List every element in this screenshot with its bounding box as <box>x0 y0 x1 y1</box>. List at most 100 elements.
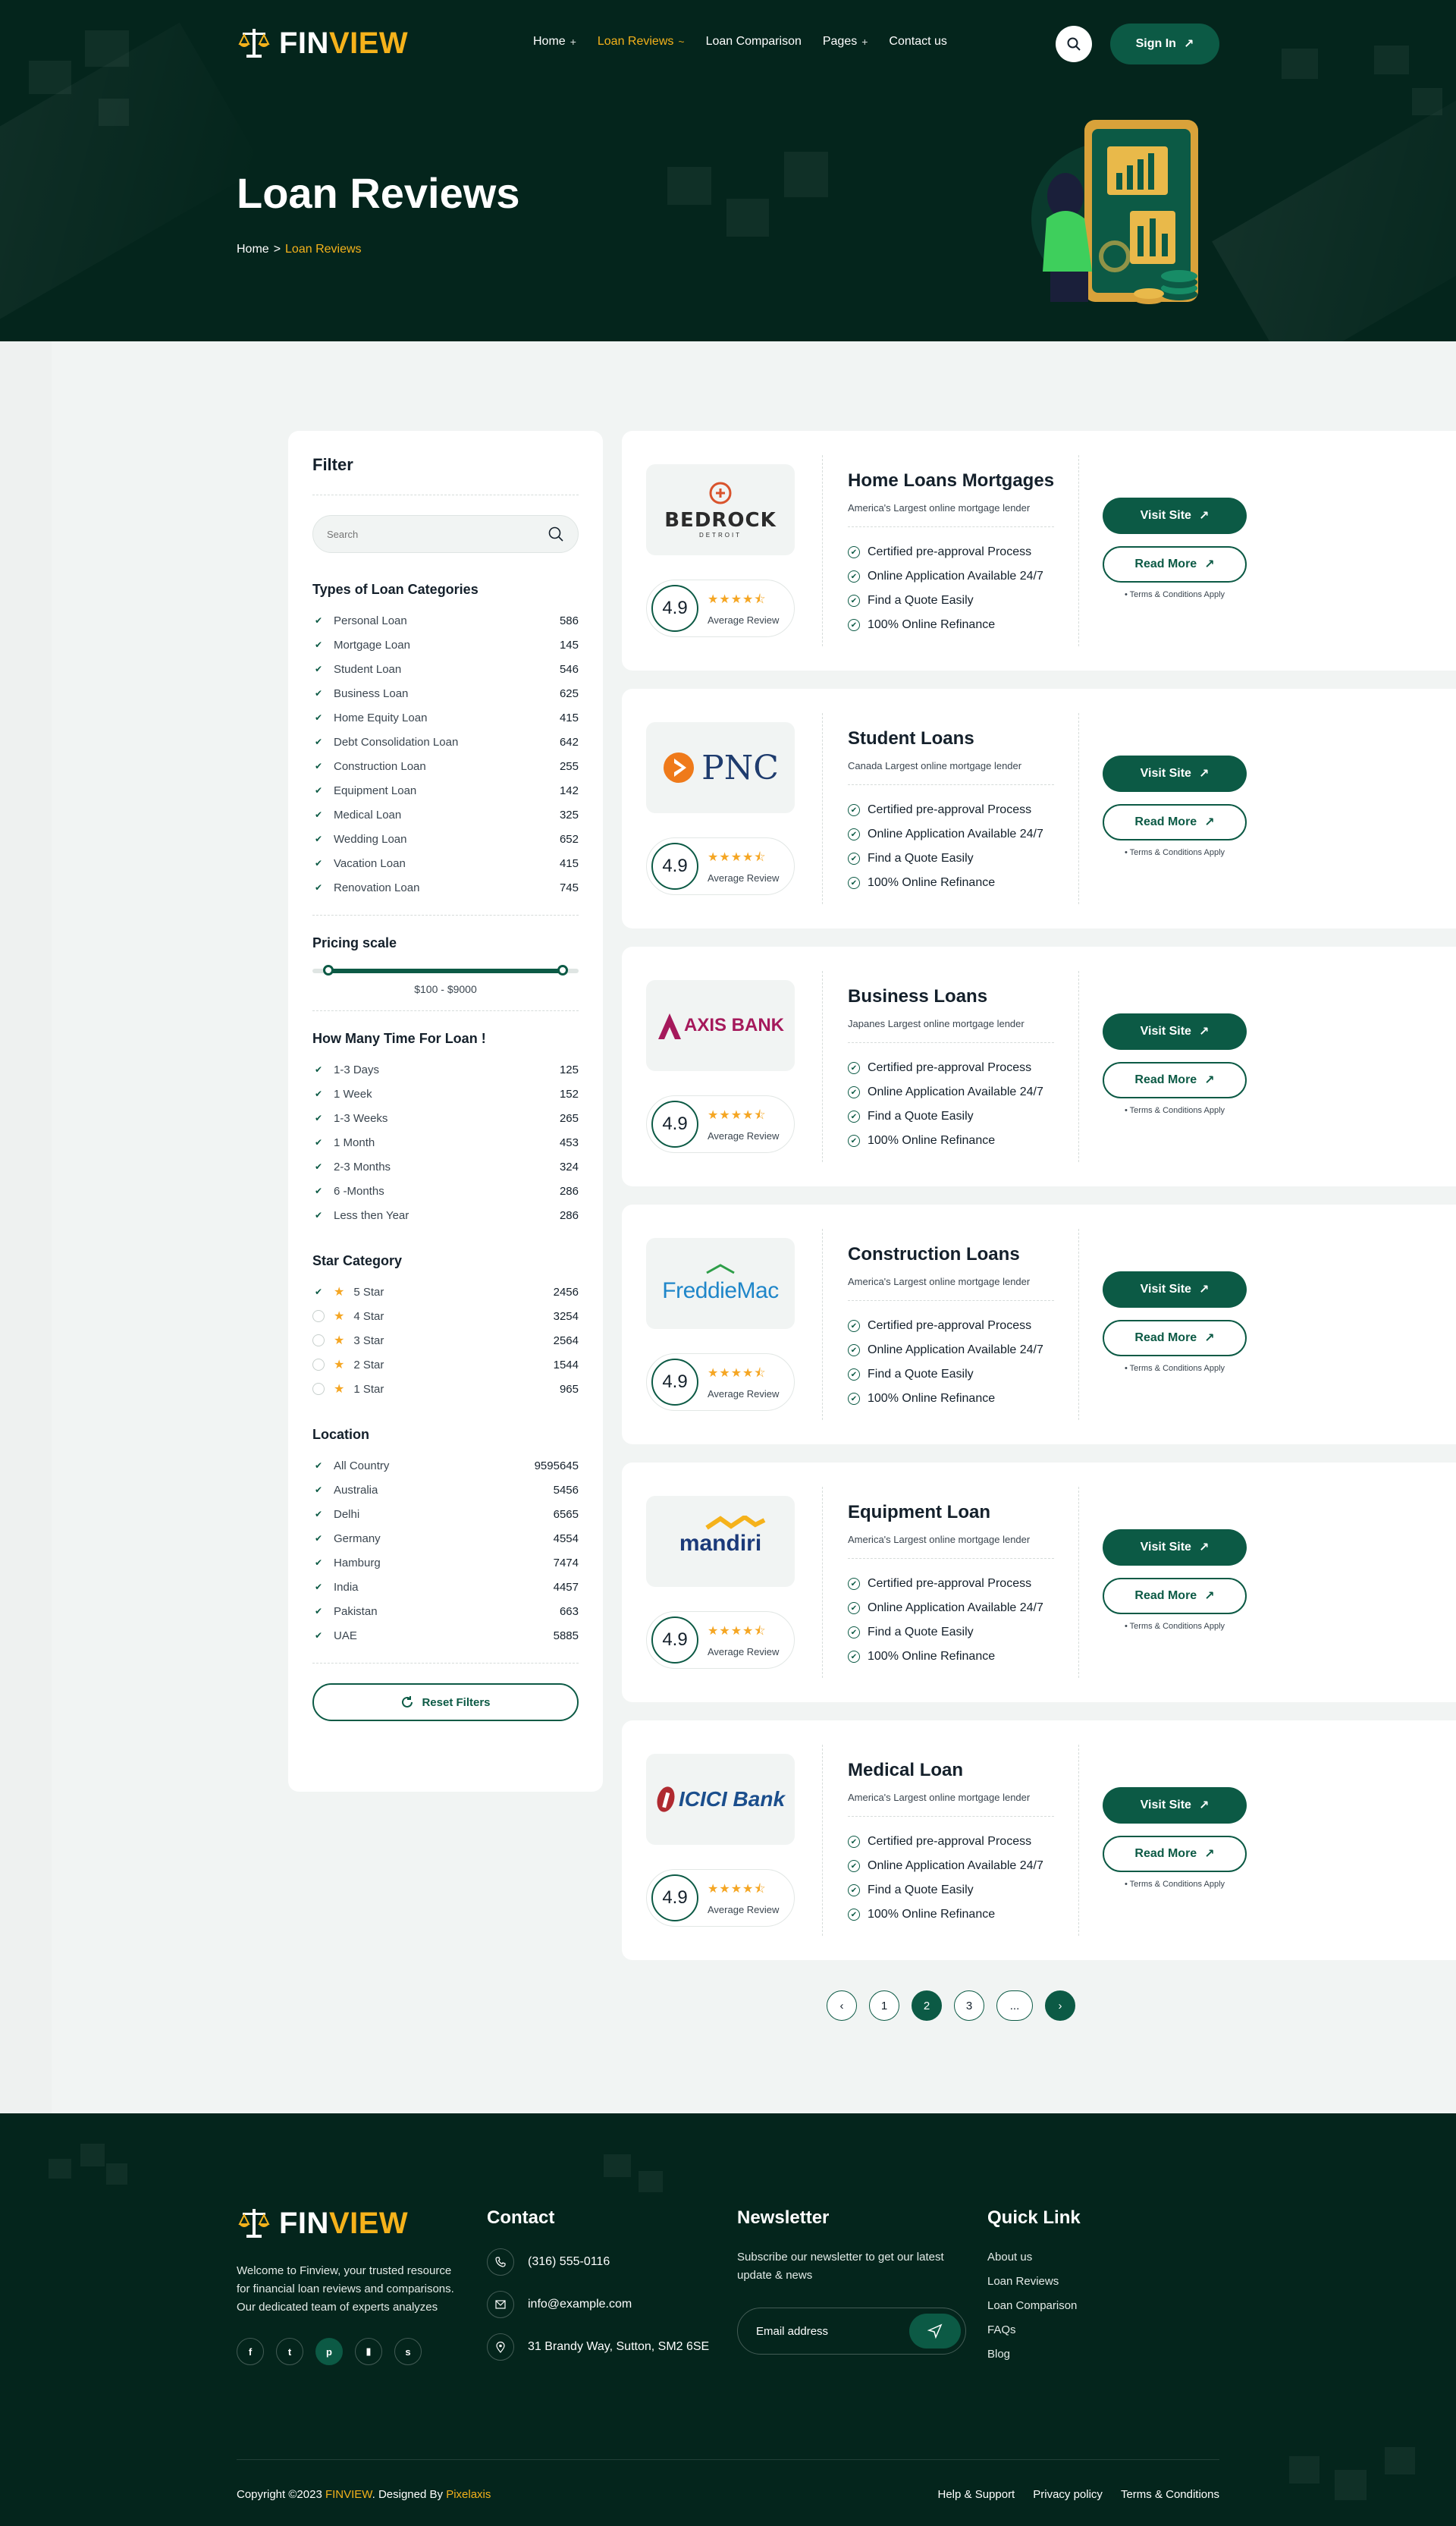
footer-link-help[interactable]: Help & Support <box>938 2488 1015 2501</box>
terms-note[interactable]: • Terms & Conditions Apply <box>1103 590 1247 599</box>
brand-logo[interactable]: FINVIEW <box>237 26 408 61</box>
nav-loan-reviews[interactable]: Loan Reviews ~ <box>598 35 685 49</box>
star-option[interactable]: ★ 2 Star 1544 <box>312 1353 579 1377</box>
price-range-max-handle[interactable] <box>557 965 568 976</box>
page-button-current[interactable]: 2 <box>912 1990 942 2021</box>
card-title[interactable]: Construction Loans <box>848 1244 1020 1265</box>
contact-email[interactable]: info@example.com <box>487 2291 632 2318</box>
terms-note[interactable]: • Terms & Conditions Apply <box>1103 1880 1247 1889</box>
copyright-designer-link[interactable]: Pixelaxis <box>446 2488 491 2501</box>
quick-link[interactable]: FAQs <box>987 2321 1077 2345</box>
location-option[interactable]: ✔ Delhi 6565 <box>312 1502 579 1526</box>
visit-site-button[interactable]: Visit Site ↗ <box>1103 1529 1247 1566</box>
read-more-button[interactable]: Read More ↗ <box>1103 1062 1247 1098</box>
nav-pages[interactable]: Pages + <box>823 35 868 49</box>
loan-type-option[interactable]: ✔ Student Loan 546 <box>312 657 579 681</box>
price-range-slider[interactable] <box>312 965 579 976</box>
terms-note[interactable]: • Terms & Conditions Apply <box>1103 848 1247 857</box>
loan-type-option[interactable]: ✔ Medical Loan 325 <box>312 803 579 827</box>
loan-type-option[interactable]: ✔ Home Equity Loan 415 <box>312 705 579 730</box>
duration-option[interactable]: ✔ 1 Week 152 <box>312 1082 579 1106</box>
copyright-brand[interactable]: FINVIEW <box>325 2488 372 2501</box>
terms-note[interactable]: • Terms & Conditions Apply <box>1103 1106 1247 1115</box>
duration-option[interactable]: ✔ Less then Year 286 <box>312 1203 579 1227</box>
footer-link-terms[interactable]: Terms & Conditions <box>1121 2488 1219 2501</box>
location-option[interactable]: ✔ Germany 4554 <box>312 1526 579 1550</box>
duration-option[interactable]: ✔ 6 -Months 286 <box>312 1179 579 1203</box>
star-option[interactable]: ★ 1 Star 965 <box>312 1377 579 1401</box>
price-range-min-handle[interactable] <box>323 965 334 976</box>
location-option[interactable]: ✔ Australia 5456 <box>312 1478 579 1502</box>
visit-site-button[interactable]: Visit Site ↗ <box>1103 756 1247 792</box>
contact-address-text: 31 Brandy Way, Sutton, SM2 6SE <box>528 2340 710 2353</box>
quick-link[interactable]: Blog <box>987 2345 1077 2370</box>
search-button[interactable] <box>1056 26 1092 62</box>
read-more-button[interactable]: Read More ↗ <box>1103 546 1247 583</box>
loan-type-option[interactable]: ✔ Construction Loan 255 <box>312 754 579 778</box>
page-ellipsis[interactable]: ... <box>996 1990 1033 2021</box>
loan-type-option[interactable]: ✔ Personal Loan 586 <box>312 608 579 633</box>
star-option[interactable]: ★ 4 Star 3254 <box>312 1304 579 1328</box>
quick-link[interactable]: About us <box>987 2248 1077 2273</box>
quick-link[interactable]: Loan Comparison <box>987 2297 1077 2321</box>
footer-brand-logo[interactable]: FINVIEW <box>237 2206 408 2241</box>
location-option[interactable]: ✔ Pakistan 663 <box>312 1599 579 1623</box>
search-icon[interactable] <box>548 526 564 542</box>
visit-site-button[interactable]: Visit Site ↗ <box>1103 1271 1247 1308</box>
feature-label: Find a Quote Easily <box>868 1110 974 1123</box>
footer-link-privacy[interactable]: Privacy policy <box>1033 2488 1103 2501</box>
nav-loan-comparison[interactable]: Loan Comparison <box>706 35 802 49</box>
star-option[interactable]: ✔ ★ 5 Star 2456 <box>312 1280 579 1304</box>
read-more-button[interactable]: Read More ↗ <box>1103 804 1247 840</box>
loan-type-option[interactable]: ✔ Mortgage Loan 145 <box>312 633 579 657</box>
reset-filters-button[interactable]: Reset Filters <box>312 1683 579 1721</box>
card-title[interactable]: Home Loans Mortgages <box>848 470 1054 492</box>
option-count: 152 <box>559 1087 579 1101</box>
page-button[interactable]: 3 <box>954 1990 984 2021</box>
loan-type-option[interactable]: ✔ Wedding Loan 652 <box>312 827 579 851</box>
twitch-icon[interactable]: ▮ <box>355 2338 382 2365</box>
loan-type-option[interactable]: ✔ Equipment Loan 142 <box>312 778 579 803</box>
location-option[interactable]: ✔ Hamburg 7474 <box>312 1550 579 1575</box>
visit-site-button[interactable]: Visit Site ↗ <box>1103 1013 1247 1050</box>
loan-type-option[interactable]: ✔ Renovation Loan 745 <box>312 875 579 900</box>
filter-search-input[interactable] <box>327 528 524 540</box>
terms-note[interactable]: • Terms & Conditions Apply <box>1103 1364 1247 1373</box>
quick-link[interactable]: Loan Reviews <box>987 2273 1077 2297</box>
nav-home[interactable]: Home + <box>533 35 576 49</box>
read-more-button[interactable]: Read More ↗ <box>1103 1320 1247 1356</box>
loan-type-option[interactable]: ✔ Debt Consolidation Loan 642 <box>312 730 579 754</box>
loan-type-option[interactable]: ✔ Vacation Loan 415 <box>312 851 579 875</box>
location-option[interactable]: ✔ All Country 9595645 <box>312 1453 579 1478</box>
skype-icon[interactable]: s <box>394 2338 422 2365</box>
visit-site-button[interactable]: Visit Site ↗ <box>1103 498 1247 534</box>
newsletter-email-input[interactable] <box>756 2324 908 2338</box>
pinterest-icon[interactable]: p <box>315 2338 343 2365</box>
card-title[interactable]: Business Loans <box>848 986 987 1007</box>
breadcrumb-home[interactable]: Home <box>237 243 269 256</box>
card-title[interactable]: Medical Loan <box>848 1760 963 1781</box>
terms-note[interactable]: • Terms & Conditions Apply <box>1103 1622 1247 1631</box>
duration-option[interactable]: ✔ 1-3 Days 125 <box>312 1057 579 1082</box>
star-option[interactable]: ★ 3 Star 2564 <box>312 1328 579 1353</box>
location-option[interactable]: ✔ UAE 5885 <box>312 1623 579 1648</box>
prev-page-button[interactable]: ‹ <box>827 1990 857 2021</box>
duration-option[interactable]: ✔ 1 Month 453 <box>312 1130 579 1155</box>
newsletter-send-button[interactable] <box>909 2314 961 2348</box>
sign-in-button[interactable]: Sign In ↗ <box>1110 24 1219 64</box>
card-title[interactable]: Equipment Loan <box>848 1502 990 1523</box>
twitter-icon[interactable]: t <box>276 2338 303 2365</box>
duration-option[interactable]: ✔ 2-3 Months 324 <box>312 1155 579 1179</box>
contact-phone[interactable]: (316) 555-0116 <box>487 2248 610 2276</box>
loan-type-option[interactable]: ✔ Business Loan 625 <box>312 681 579 705</box>
page-button[interactable]: 1 <box>869 1990 899 2021</box>
read-more-button[interactable]: Read More ↗ <box>1103 1578 1247 1614</box>
card-title[interactable]: Student Loans <box>848 728 974 749</box>
read-more-button[interactable]: Read More ↗ <box>1103 1836 1247 1872</box>
facebook-icon[interactable]: f <box>237 2338 264 2365</box>
duration-option[interactable]: ✔ 1-3 Weeks 265 <box>312 1106 579 1130</box>
location-option[interactable]: ✔ India 4457 <box>312 1575 579 1599</box>
visit-site-button[interactable]: Visit Site ↗ <box>1103 1787 1247 1824</box>
nav-contact[interactable]: Contact us <box>889 35 946 49</box>
next-page-button[interactable]: › <box>1045 1990 1075 2021</box>
